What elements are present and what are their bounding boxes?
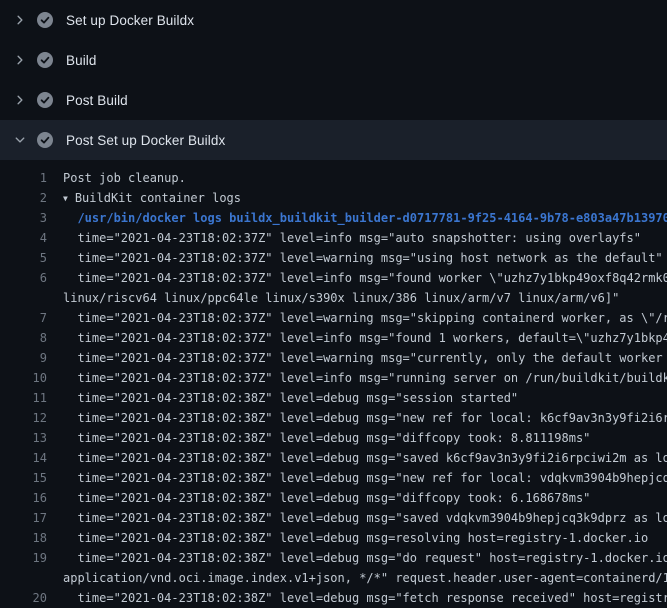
line-number[interactable]: 20 [0, 588, 47, 608]
log-text: application/vnd.oci.image.index.v1+json,… [47, 568, 667, 588]
log-text: Post job cleanup. [47, 168, 667, 188]
log-row: 1Post job cleanup. [0, 168, 667, 188]
line-number[interactable]: 13 [0, 428, 47, 448]
log-text: time="2021-04-23T18:02:38Z" level=debug … [47, 588, 667, 608]
log-row: 6 time="2021-04-23T18:02:37Z" level=info… [0, 268, 667, 288]
line-number[interactable]: 7 [0, 308, 47, 328]
log-group-label: BuildKit container logs [75, 191, 241, 205]
log-row: 16 time="2021-04-23T18:02:38Z" level=deb… [0, 488, 667, 508]
line-number [0, 568, 47, 588]
log-text: time="2021-04-23T18:02:37Z" level=warnin… [47, 308, 667, 328]
log-row: 17 time="2021-04-23T18:02:38Z" level=deb… [0, 508, 667, 528]
log-row: 4 time="2021-04-23T18:02:37Z" level=info… [0, 228, 667, 248]
chevron-right-icon [13, 53, 27, 67]
line-number[interactable]: 17 [0, 508, 47, 528]
line-number[interactable]: 4 [0, 228, 47, 248]
steps-list: Set up Docker Buildx Build Post Build Post … [0, 0, 667, 160]
log-row: 18 time="2021-04-23T18:02:38Z" level=deb… [0, 528, 667, 548]
line-number[interactable]: 14 [0, 448, 47, 468]
line-number[interactable]: 9 [0, 348, 47, 368]
log-row: 8 time="2021-04-23T18:02:37Z" level=info… [0, 328, 667, 348]
log-row: 11 time="2021-04-23T18:02:38Z" level=deb… [0, 388, 667, 408]
step-header-post-set-up-docker-buildx[interactable]: Post Set up Docker Buildx [0, 120, 667, 160]
check-circle-icon [37, 92, 53, 108]
log-row: 13 time="2021-04-23T18:02:38Z" level=deb… [0, 428, 667, 448]
log-text: time="2021-04-23T18:02:38Z" level=debug … [47, 508, 667, 528]
line-number[interactable]: 6 [0, 268, 47, 288]
chevron-right-icon [13, 93, 27, 107]
log-text: time="2021-04-23T18:02:37Z" level=info m… [47, 328, 667, 348]
line-number[interactable]: 11 [0, 388, 47, 408]
chevron-down-icon [13, 133, 27, 147]
log-row: 12 time="2021-04-23T18:02:38Z" level=deb… [0, 408, 667, 428]
log-row: 19 time="2021-04-23T18:02:38Z" level=deb… [0, 548, 667, 568]
log-row: 10 time="2021-04-23T18:02:37Z" level=inf… [0, 368, 667, 388]
line-number[interactable]: 10 [0, 368, 47, 388]
log-text: time="2021-04-23T18:02:37Z" level=info m… [47, 268, 667, 288]
log-row: 3 /usr/bin/docker logs buildx_buildkit_b… [0, 208, 667, 228]
log-text: time="2021-04-23T18:02:38Z" level=debug … [47, 548, 667, 568]
line-number[interactable]: 3 [0, 208, 47, 228]
log-text: time="2021-04-23T18:02:38Z" level=debug … [47, 528, 667, 548]
log-text: linux/riscv64 linux/ppc64le linux/s390x … [47, 288, 667, 308]
log-text: time="2021-04-23T18:02:37Z" level=info m… [47, 368, 667, 388]
log-text: time="2021-04-23T18:02:38Z" level=debug … [47, 488, 667, 508]
log-row-wrap: application/vnd.oci.image.index.v1+json,… [0, 568, 667, 588]
log-text: time="2021-04-23T18:02:38Z" level=debug … [47, 408, 667, 428]
step-header-build[interactable]: Build [0, 40, 667, 80]
log-text: time="2021-04-23T18:02:37Z" level=info m… [47, 228, 667, 248]
log-text: time="2021-04-23T18:02:37Z" level=warnin… [47, 248, 667, 268]
line-number[interactable]: 1 [0, 168, 47, 188]
log-viewer: 1Post job cleanup.2 ▼ BuildKit container l… [0, 160, 667, 608]
log-row: 9 time="2021-04-23T18:02:37Z" level=warn… [0, 348, 667, 368]
log-text: time="2021-04-23T18:02:38Z" level=debug … [47, 388, 667, 408]
log-row: 20 time="2021-04-23T18:02:38Z" level=deb… [0, 588, 667, 608]
log-row: 5 time="2021-04-23T18:02:37Z" level=warn… [0, 248, 667, 268]
step-label: Build [66, 53, 97, 68]
step-header-set-up-docker-buildx[interactable]: Set up Docker Buildx [0, 0, 667, 40]
step-label: Set up Docker Buildx [66, 13, 194, 28]
line-number [0, 288, 47, 308]
log-command-text: /usr/bin/docker logs buildx_buildkit_bui… [47, 208, 667, 228]
line-number[interactable]: 15 [0, 468, 47, 488]
log-row: 15 time="2021-04-23T18:02:38Z" level=deb… [0, 468, 667, 488]
log-text: time="2021-04-23T18:02:38Z" level=debug … [47, 468, 667, 488]
check-circle-icon [37, 132, 53, 148]
line-number[interactable]: 19 [0, 548, 47, 568]
step-label: Post Set up Docker Buildx [66, 133, 225, 148]
check-circle-icon [37, 52, 53, 68]
line-number[interactable]: 12 [0, 408, 47, 428]
step-header-post-build[interactable]: Post Build [0, 80, 667, 120]
step-label: Post Build [66, 93, 128, 108]
line-number[interactable]: 8 [0, 328, 47, 348]
log-row: 7 time="2021-04-23T18:02:37Z" level=warn… [0, 308, 667, 328]
log-row-wrap: linux/riscv64 linux/ppc64le linux/s390x … [0, 288, 667, 308]
log-text: time="2021-04-23T18:02:38Z" level=debug … [47, 428, 667, 448]
log-row: 2 ▼ BuildKit container logs [0, 188, 667, 208]
line-number[interactable]: 5 [0, 248, 47, 268]
log-text: time="2021-04-23T18:02:38Z" level=debug … [47, 448, 667, 468]
line-number[interactable]: 16 [0, 488, 47, 508]
log-row: 14 time="2021-04-23T18:02:38Z" level=deb… [0, 448, 667, 468]
line-number[interactable]: 18 [0, 528, 47, 548]
log-text: time="2021-04-23T18:02:37Z" level=warnin… [47, 348, 667, 368]
check-circle-icon [37, 12, 53, 28]
chevron-right-icon [13, 13, 27, 27]
line-number[interactable]: 2 [0, 188, 47, 208]
triangle-down-icon: ▼ [63, 189, 68, 208]
log-group-toggle[interactable]: ▼ BuildKit container logs [47, 188, 667, 208]
